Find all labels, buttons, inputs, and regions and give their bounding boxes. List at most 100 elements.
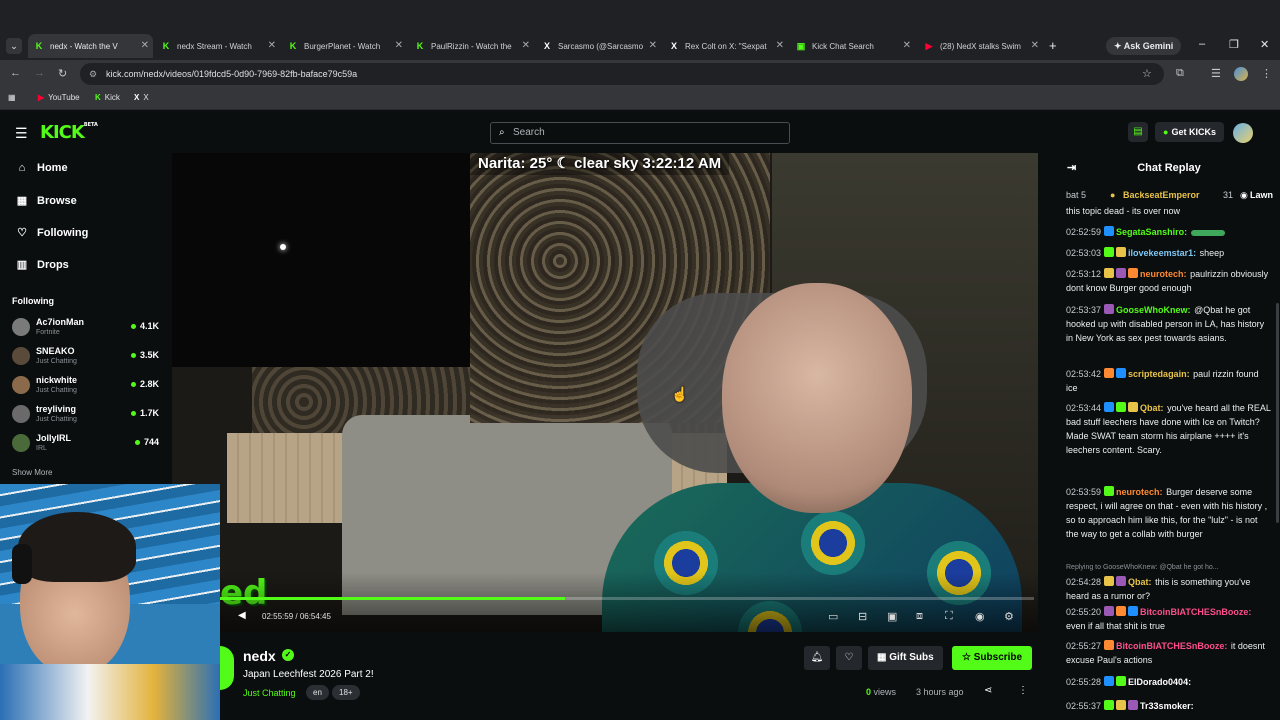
subscribe-button[interactable]: ☆ Subscribe — [952, 646, 1033, 670]
browser-tab[interactable]: ▣ Kick Chat Search ✕ — [790, 34, 915, 58]
following-channel[interactable]: Ac7ionMan Fortnite 4.1K — [12, 315, 162, 343]
chat-message: 02:55:37 Tr33smoker: — [1066, 699, 1272, 713]
sidebar-nav-browse[interactable]: ▦ Browse — [15, 194, 77, 208]
chat-message: 02:53:59 neurotech: Burger deserve some r… — [1066, 485, 1272, 541]
apps-icon[interactable]: ▦ — [8, 93, 16, 102]
more-options-icon[interactable]: ⋮ — [1018, 685, 1028, 696]
chat-username[interactable]: ilovekeemstar1: — [1128, 248, 1196, 258]
back-icon[interactable]: ← — [10, 67, 21, 79]
live-dot — [134, 440, 140, 446]
sidebar-nav-following[interactable]: ♡ Following — [15, 226, 88, 240]
theater-icon[interactable]: ⊟ — [858, 610, 867, 623]
notification-bell-icon[interactable]: 🔔︎ — [804, 646, 830, 670]
following-channel[interactable]: treyliving Just Chatting 1.7K — [12, 402, 162, 430]
fullscreen-icon[interactable]: ⛶ — [945, 610, 953, 623]
tag-language[interactable]: en — [306, 685, 329, 700]
sidebar-nav-home[interactable]: ⌂ Home — [15, 162, 68, 174]
search-icon: ⌕ — [499, 127, 505, 138]
bookmark-item[interactable]: K Kick — [95, 93, 120, 102]
captions-icon[interactable]: ▣ — [887, 610, 897, 623]
chat-username[interactable]: ElDorado0404: — [1128, 677, 1191, 687]
close-tab-icon[interactable]: ✕ — [141, 40, 149, 51]
browser-tab[interactable]: X Rex Colt on X: "Sexpat ✕ — [663, 34, 788, 58]
browser-tab[interactable]: X Sarcasmo (@Sarcasmo ✕ — [536, 34, 661, 58]
chat-username[interactable]: neurotech: — [1140, 269, 1187, 279]
stream-category[interactable]: Just Chatting — [243, 688, 296, 698]
tab-search-dropdown[interactable]: ⌄ — [6, 38, 22, 54]
chat-username[interactable]: BitcoinBIATCHESnBooze: — [1140, 607, 1251, 617]
channel-avatar[interactable] — [220, 646, 234, 690]
new-tab-button[interactable]: + — [1049, 38, 1057, 53]
search-input[interactable]: ⌕ Search — [490, 122, 790, 144]
volume-icon[interactable]: ◀ — [238, 610, 246, 621]
close-tab-icon[interactable]: ✕ — [903, 40, 911, 51]
channel-name[interactable]: nedx — [243, 648, 276, 664]
following-channel[interactable]: nickwhite Just Chatting 2.8K — [12, 373, 162, 401]
get-kicks-button[interactable]: ● Get KICKs — [1155, 122, 1224, 142]
chat-scrollbar[interactable] — [1276, 303, 1279, 523]
browser-tab[interactable]: Knedx Stream - Watch ✕ — [155, 34, 280, 58]
close-tab-icon[interactable]: ✕ — [268, 40, 276, 51]
collapse-chat-icon[interactable]: ⇥ — [1067, 153, 1076, 183]
browser-toolbar: ← → ↻ ⚙ kick.com/nedx/videos/019fdcd5-0d… — [0, 60, 1280, 88]
bookmark-icon: X — [134, 93, 140, 102]
chat-username[interactable]: Qbat: — [1140, 403, 1164, 413]
tag-mature[interactable]: 18+ — [332, 685, 360, 700]
kick-logo[interactable]: KICKBETA — [40, 122, 98, 143]
site-info-icon[interactable]: ⚙ — [89, 63, 97, 85]
pip-icon[interactable]: ⧈ — [916, 610, 923, 623]
minimize-icon[interactable]: – — [1199, 38, 1205, 50]
chat-badge-icon — [1128, 606, 1139, 616]
browser-tab[interactable]: K PaulRizzin - Watch the ✕ — [409, 34, 534, 58]
maximize-icon[interactable]: ❐ — [1229, 38, 1239, 51]
channel-category: Fortnite — [36, 329, 60, 336]
live-dot — [130, 411, 136, 417]
chat-username[interactable]: BitcoinBIATCHESnBooze: — [1116, 641, 1227, 651]
following-channel[interactable]: JollyIRL IRL 744 — [12, 431, 162, 459]
bookmark-item[interactable]: ▶ YouTube — [38, 93, 80, 102]
extensions-icon[interactable]: ⧉ — [1176, 67, 1184, 80]
menu-icon[interactable]: ☰ — [15, 125, 28, 142]
sidebar-nav-drops[interactable]: ▥ Drops — [15, 258, 69, 272]
video-progress-bar[interactable] — [220, 597, 1034, 600]
chat-username[interactable]: SegataSanshiro: — [1116, 227, 1187, 237]
browser-tab[interactable]: Knedx - Watch the V ✕ — [28, 34, 153, 58]
close-window-icon[interactable]: ✕ — [1260, 38, 1269, 51]
close-tab-icon[interactable]: ✕ — [649, 40, 657, 51]
browser-menu-icon[interactable]: ⋮ — [1261, 67, 1272, 80]
user-avatar[interactable] — [1233, 123, 1253, 143]
close-tab-icon[interactable]: ✕ — [776, 40, 784, 51]
browser-tab[interactable]: K BurgerPlanet - Watch ✕ — [282, 34, 407, 58]
video-player[interactable]: Narita: 25° ☾ clear sky 3:22:12 AM ed ◀ … — [172, 153, 1038, 632]
gift-icon: ▦ — [877, 652, 890, 663]
profile-avatar[interactable] — [1234, 67, 1248, 81]
clip-icon[interactable]: ▭ — [828, 610, 838, 623]
follow-heart-icon[interactable]: ♡ — [836, 646, 862, 670]
address-bar[interactable]: ⚙ kick.com/nedx/videos/019fdcd5-0d90-796… — [80, 63, 1164, 85]
reload-icon[interactable]: ↻ — [58, 67, 67, 80]
following-channel[interactable]: SNEAKO Just Chatting 3.5K — [12, 344, 162, 372]
reading-list-icon[interactable]: ☰ — [1211, 67, 1221, 80]
chat-username[interactable]: scriptedagain: — [1128, 369, 1190, 379]
playback-speed-icon[interactable]: ◉ — [975, 610, 985, 623]
bookmark-item[interactable]: XX — [134, 93, 149, 102]
browser-tab[interactable]: ▶ (28) NedX stalks Swim ✕ — [918, 34, 1043, 58]
settings-icon[interactable]: ⚙ — [1004, 610, 1014, 623]
bookmark-star-icon[interactable]: ☆ — [1142, 67, 1152, 80]
close-tab-icon[interactable]: ✕ — [522, 40, 530, 51]
close-tab-icon[interactable]: ✕ — [395, 40, 403, 51]
chat-username[interactable]: neurotech: — [1116, 487, 1163, 497]
gift-subs-button[interactable]: ▦ Gift Subs — [868, 646, 943, 670]
forward-icon[interactable]: → — [34, 67, 45, 79]
tab-title: Kick Chat Search — [812, 41, 874, 51]
show-more-link[interactable]: Show More — [12, 468, 52, 477]
chat-username[interactable]: Qbat: — [1128, 577, 1152, 587]
tab-favicon-icon: K — [35, 41, 43, 51]
chat-username[interactable]: GooseWhoKnew: — [1116, 305, 1191, 315]
calendar-icon[interactable]: ▤ — [1128, 122, 1148, 142]
ask-gemini-button[interactable]: ✦ Ask Gemini — [1106, 37, 1182, 55]
share-icon[interactable]: ⋖ — [984, 685, 992, 696]
close-tab-icon[interactable]: ✕ — [1031, 40, 1039, 51]
bookmark-icon: ▶ — [38, 93, 45, 102]
chat-username[interactable]: Tr33smoker: — [1140, 701, 1194, 711]
